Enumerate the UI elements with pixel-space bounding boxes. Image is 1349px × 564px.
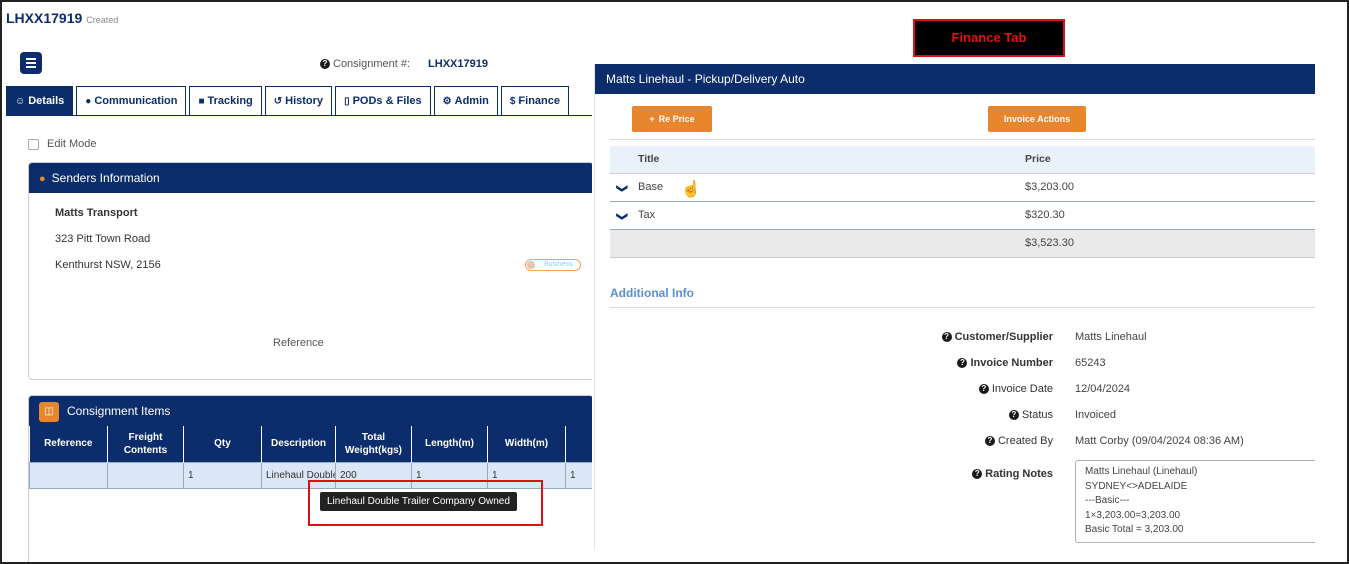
rating-notes-textarea[interactable]: Matts Linehaul (Linehaul) SYDNEY<>ADELAI… [1075,460,1315,543]
file-icon: ▯ [344,96,350,107]
question-icon: ? [984,436,995,447]
column-header[interactable]: Description [261,426,336,462]
created-by-value: Matt Corby (09/04/2024 08:36 AM) [1075,435,1244,447]
table-cell [107,461,184,489]
map-marker-icon: ● [39,173,46,185]
senders-header: ● Senders Information [29,163,592,193]
customer-supplier-value: Matts Linehaul [1075,331,1147,343]
business-toggle[interactable]: Business [525,259,581,271]
table-cell [29,461,108,489]
column-header[interactable]: Length(m) [411,426,488,462]
invoice-date-label: ? Invoice Date [978,383,1053,395]
column-header[interactable]: Qty [183,426,262,462]
table-cell: 1 [183,461,262,489]
price-table-header: Title Price [610,146,1315,174]
status-value: Invoiced [1075,409,1116,421]
price-row-base[interactable]: ❯ Base $3,203.00 [610,174,1315,202]
status-label: ? Status [1008,409,1053,421]
invoice-date-value: 12/04/2024 [1075,383,1131,395]
price-total-row: $3,523.30 [610,230,1315,258]
consignment-status: Created [86,15,119,25]
edit-mode-label: Edit Mode [47,138,97,150]
rating-note-line: 1×3,203.00=3,203.00 [1085,509,1181,521]
dollar-icon: $ [509,96,516,107]
created-by-label: ? Created By [984,435,1053,447]
customer-supplier-label: ? Customer/Supplier [941,331,1053,343]
sender-city: Kenthurst NSW, 2156 [55,259,161,271]
tab-details[interactable]: ☺ Details [6,86,74,116]
question-icon: ? [972,469,983,480]
question-icon: ? [957,358,968,369]
question-icon: ? [1008,410,1019,421]
price-row-tax[interactable]: ❯ Tax $320.30 [610,202,1315,230]
toggle-knob [527,261,535,269]
rating-note-line: SYDNEY<>ADELAIDE [1085,480,1188,492]
additional-info-heading: Additional Info [610,286,694,300]
gear-icon: ⚙ [442,96,452,107]
column-header[interactable]: Width(m) [487,426,566,462]
consignment-number: ? Consignment #: LHXX17919 [320,58,488,70]
column-header[interactable]: Total Weight(kgs) [335,426,412,462]
finance-tab-callout: Finance Tab [913,19,1065,57]
consignment-details-pane: LHXX17919 Created ? Consignment #: LHXX1791… [2,2,592,562]
tab-tracking[interactable]: ■ Tracking [189,86,262,116]
invoice-actions-button[interactable]: Invoice Actions [988,106,1086,132]
hand-pointer-icon: ☝ [681,181,701,198]
table-header-row: Reference Freight Contents Qty Descripti… [29,426,592,462]
question-icon: ? [941,332,952,343]
reference-label: Reference [273,337,324,349]
columns-icon[interactable]: ◫ [39,401,59,422]
hamburger-menu-button[interactable] [20,52,42,74]
tab-history[interactable]: ↺ History [264,86,333,116]
truck-icon: ■ [198,96,205,107]
re-price-button[interactable]: + Re Price [632,106,712,132]
edit-mode-checkbox[interactable] [28,138,39,150]
column-header[interactable]: Freight Contents [107,426,184,462]
column-header[interactable]: He [565,426,592,462]
rating-note-line: Basic Total = 3,203.00 [1085,524,1184,535]
table-cell: 1 [565,461,592,489]
rating-note-line: Matts Linehaul (Linehaul) [1085,466,1198,477]
history-icon: ↺ [273,96,283,107]
senders-information-panel: ● Senders Information Matts Transport 323… [28,162,592,380]
tab-communication[interactable]: ● Communication [76,86,187,116]
tab-finance[interactable]: $ Finance [500,86,569,116]
chevron-down-icon[interactable]: ❯ [608,212,635,221]
info-icon: ? [320,59,330,70]
tab-bar: ☺ Details ● Communication ■ Tracking ↺ Histo… [6,86,572,116]
rating-notes-label: ? Rating Notes [972,468,1053,480]
items-header: ◫ Consignment Items [29,396,592,426]
finance-panel: Matts Linehaul - Pickup/Delivery Auto + R… [594,64,1315,550]
sender-street: 323 Pitt Town Road [55,233,151,245]
invoice-number-value: 65243 [1075,357,1106,369]
column-header[interactable]: Reference [29,426,108,462]
consignment-items-panel: ◫ Consignment Items Reference Freight Con… [28,395,592,562]
tab-pods-files[interactable]: ▯ PODs & Files [335,86,431,116]
price-table: Title Price ❯ Base $3,203.00 ❯ Tax $320.… [610,146,1315,258]
consignment-title: LHXX17919 Created [6,10,119,26]
rating-note-line: ---Basic--- [1085,495,1130,506]
tooltip-highlight-box [308,480,543,526]
chevron-down-icon[interactable]: ❯ [608,184,635,193]
question-icon: ? [978,384,989,395]
finance-header: Matts Linehaul - Pickup/Delivery Auto [595,64,1315,94]
invoice-number-label: ? Invoice Number [957,357,1053,369]
user-icon: ☺ [15,96,26,107]
divider [610,139,1315,140]
plus-icon: + [649,114,655,124]
comment-icon: ● [85,96,92,107]
sender-company: Matts Transport [55,207,138,219]
edit-mode-toggle[interactable]: Edit Mode [28,138,97,150]
tab-admin[interactable]: ⚙ Admin [433,86,498,116]
divider [610,307,1315,308]
tab-underline [6,115,592,116]
